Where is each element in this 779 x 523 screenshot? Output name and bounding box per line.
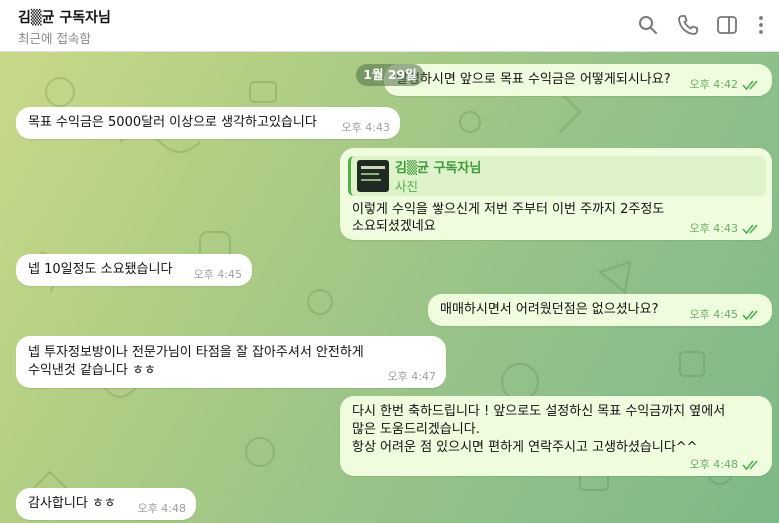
message-time: 오후 4:43 [689, 222, 738, 235]
message-text: 목표 수익금은 5000달러 이상으로 생각하고있습니다 [28, 115, 317, 130]
phone-icon[interactable] [676, 13, 700, 37]
message-text-line: 소요되셨겠네요 [352, 219, 436, 234]
message-time: 오후 4:45 [689, 308, 738, 321]
chat-area[interactable]: 달성하시면 앞으로 목표 수익금은 어떻게되시나요? 오후 4:42 1월 29… [0, 52, 779, 523]
message-text: 넵 10일정도 소요됐습니다 [28, 262, 173, 277]
message-incoming[interactable]: 넵 10일정도 소요됐습니다 오후 4:45 [16, 254, 252, 286]
message-time: 오후 4:48 [137, 502, 186, 515]
read-checkmarks-icon [742, 460, 758, 471]
message-outgoing[interactable]: 달성하시면 앞으로 목표 수익금은 어떻게되시나요? 오후 4:42 [384, 64, 772, 96]
message-outgoing[interactable]: 매매하시면서 어려웠던점은 없으셨나요? 오후 4:45 [428, 294, 772, 326]
message-incoming[interactable]: 감사합니다 ㅎㅎ 오후 4:48 [16, 488, 196, 520]
message-time: 오후 4:42 [689, 78, 738, 91]
message-time: 오후 4:43 [341, 121, 390, 134]
date-separator: 1월 29일 [356, 64, 424, 86]
reply-photo-thumbnail [357, 160, 389, 192]
reply-preview[interactable]: 김▒균 구독자님 사진 [348, 156, 766, 196]
message-time: 오후 4:45 [193, 268, 242, 281]
more-icon[interactable] [749, 13, 773, 37]
message-incoming[interactable]: 넵 투자정보방이나 전문가님이 타점을 잘 잡아주셔서 안전하게 수익낸것 같습… [16, 336, 446, 388]
search-icon[interactable] [636, 13, 660, 37]
message-text: 매매하시면서 어려웠던점은 없으셨나요? [440, 302, 659, 317]
sidebar-toggle-icon[interactable] [715, 13, 739, 37]
read-checkmarks-icon [742, 224, 758, 235]
chat-header: 김▒균 구독자님 최근에 접속함 [0, 0, 779, 52]
message-text: 달성하시면 앞으로 목표 수익금은 어떻게되시나요? [396, 72, 671, 87]
read-checkmarks-icon [742, 80, 758, 91]
message-outgoing-reply[interactable]: 김▒균 구독자님 사진 이렇게 수익을 쌓으신게 저번 주부터 이번 주까지 2… [340, 148, 772, 240]
message-text-line: 항상 어려운 점 있으시면 편하게 연락주시고 고생하셨습니다^^ [352, 440, 698, 455]
contact-name[interactable]: 김▒균 구독자님 [18, 7, 111, 27]
message-time: 오후 4:47 [387, 370, 436, 383]
contact-status: 최근에 접속함 [18, 31, 91, 46]
reply-type: 사진 [395, 179, 419, 194]
message-text: 감사합니다 ㅎㅎ [28, 496, 116, 511]
message-time: 오후 4:48 [689, 458, 738, 471]
message-text-line: 수익낸것 같습니다 ㅎㅎ [28, 363, 156, 378]
message-incoming[interactable]: 목표 수익금은 5000달러 이상으로 생각하고있습니다 오후 4:43 [16, 107, 400, 139]
read-checkmarks-icon [742, 310, 758, 321]
message-outgoing[interactable]: 다시 한번 축하드립니다 ! 앞으로도 설정하신 목표 수익금까지 옆에서 많은… [340, 396, 772, 476]
